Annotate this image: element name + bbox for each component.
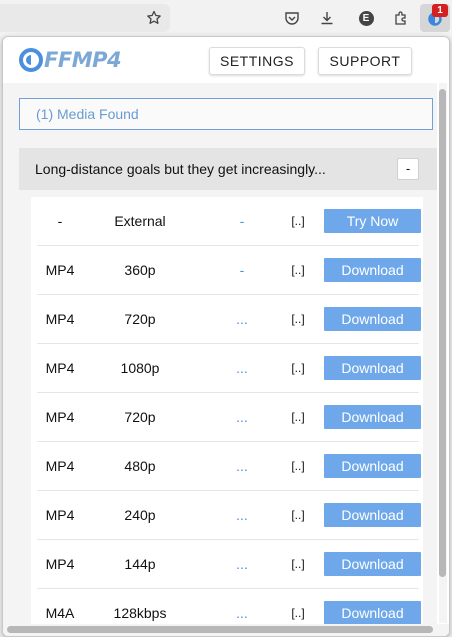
size-cell[interactable]: ... xyxy=(225,295,259,343)
pocket-icon[interactable] xyxy=(282,8,302,28)
format-row: MP4 144p ... [..] Download xyxy=(37,540,421,589)
media-found-bar: (1) Media Found xyxy=(19,98,433,130)
size-cell[interactable]: - xyxy=(225,246,259,294)
popup-header: FFMP4 SETTINGS SUPPORT xyxy=(3,37,449,83)
info-cell[interactable]: [..] xyxy=(281,589,315,624)
info-cell[interactable]: [..] xyxy=(281,197,315,245)
format-cell: MP4 xyxy=(45,262,75,278)
format-cell: MP4 xyxy=(45,409,75,425)
vertical-scrollbar-thumb[interactable] xyxy=(439,89,446,577)
size-cell[interactable]: ... xyxy=(225,393,259,441)
collapse-button[interactable]: - xyxy=(397,158,419,180)
info-cell[interactable]: [..] xyxy=(281,344,315,392)
info-cell[interactable]: [..] xyxy=(281,246,315,294)
size-cell[interactable]: ... xyxy=(225,344,259,392)
download-button[interactable]: Download xyxy=(324,454,421,478)
quality-cell: 720p xyxy=(124,409,156,425)
quality-cell: External xyxy=(114,213,166,229)
quality-cell: 720p xyxy=(124,311,156,327)
support-button[interactable]: SUPPORT xyxy=(318,47,412,75)
size-cell[interactable]: ... xyxy=(225,589,259,624)
quality-cell: 240p xyxy=(124,507,156,523)
quality-cell: 144p xyxy=(124,556,156,572)
ffmp4-popup: FFMP4 SETTINGS SUPPORT (1) Media Found L… xyxy=(2,36,450,637)
info-cell[interactable]: [..] xyxy=(281,491,315,539)
info-cell[interactable]: [..] xyxy=(281,295,315,343)
format-row: MP4 1080p ... [..] Download xyxy=(37,344,421,393)
media-title: Long-distance goals but they get increas… xyxy=(35,161,326,177)
format-cell: MP4 xyxy=(45,360,75,376)
download-button[interactable]: Download xyxy=(324,356,421,380)
format-row: - External - [..] Try Now xyxy=(37,197,421,246)
format-cell: MP4 xyxy=(45,458,75,474)
info-cell[interactable]: [..] xyxy=(281,540,315,588)
download-button[interactable]: Download xyxy=(324,405,421,429)
format-row: MP4 720p ... [..] Download xyxy=(37,393,421,442)
format-row: MP4 240p ... [..] Download xyxy=(37,491,421,540)
format-cell: M4A xyxy=(45,605,75,621)
browser-toolbar: E 1 xyxy=(0,0,452,36)
download-button[interactable]: Download xyxy=(324,503,421,527)
format-row: MP4 360p - [..] Download xyxy=(37,246,421,295)
info-cell[interactable]: [..] xyxy=(281,393,315,441)
quality-cell: 128kbps xyxy=(113,605,167,621)
download-button[interactable]: Download xyxy=(324,552,421,576)
format-cell: MP4 xyxy=(45,311,75,327)
popup-content: (1) Media Found Long-distance goals but … xyxy=(3,83,437,624)
settings-button[interactable]: SETTINGS xyxy=(209,47,305,75)
size-cell[interactable]: ... xyxy=(225,491,259,539)
download-button[interactable]: Download xyxy=(324,258,421,282)
info-cell[interactable]: [..] xyxy=(281,442,315,490)
download-button[interactable]: Download xyxy=(324,601,421,624)
puzzle-icon[interactable] xyxy=(391,8,411,28)
size-cell[interactable]: - xyxy=(225,197,259,245)
download-icon[interactable] xyxy=(317,8,337,28)
media-item-header[interactable]: Long-distance goals but they get increas… xyxy=(19,148,437,190)
extension-e-icon[interactable]: E xyxy=(356,8,376,28)
format-list: - External - [..] Try Now MP4 360p - [..… xyxy=(31,197,423,624)
size-cell[interactable]: ... xyxy=(225,442,259,490)
horizontal-scrollbar-thumb[interactable] xyxy=(7,626,433,633)
format-cell: MP4 xyxy=(45,556,75,572)
download-button[interactable]: Download xyxy=(324,307,421,331)
format-cell: MP4 xyxy=(45,507,75,523)
try-now-button[interactable]: Try Now xyxy=(324,209,421,233)
notification-badge: 1 xyxy=(432,4,448,17)
size-cell[interactable]: ... xyxy=(225,540,259,588)
quality-cell: 480p xyxy=(124,458,156,474)
ffmp4-logo: FFMP4 xyxy=(19,48,122,72)
format-cell: - xyxy=(57,213,63,229)
format-row: MP4 480p ... [..] Download xyxy=(37,442,421,491)
format-row: MP4 720p ... [..] Download xyxy=(37,295,421,344)
quality-cell: 360p xyxy=(124,262,156,278)
quality-cell: 1080p xyxy=(120,360,160,376)
logo-ring-icon xyxy=(19,48,43,72)
format-row: M4A 128kbps ... [..] Download xyxy=(37,589,421,624)
star-icon[interactable] xyxy=(144,8,164,28)
